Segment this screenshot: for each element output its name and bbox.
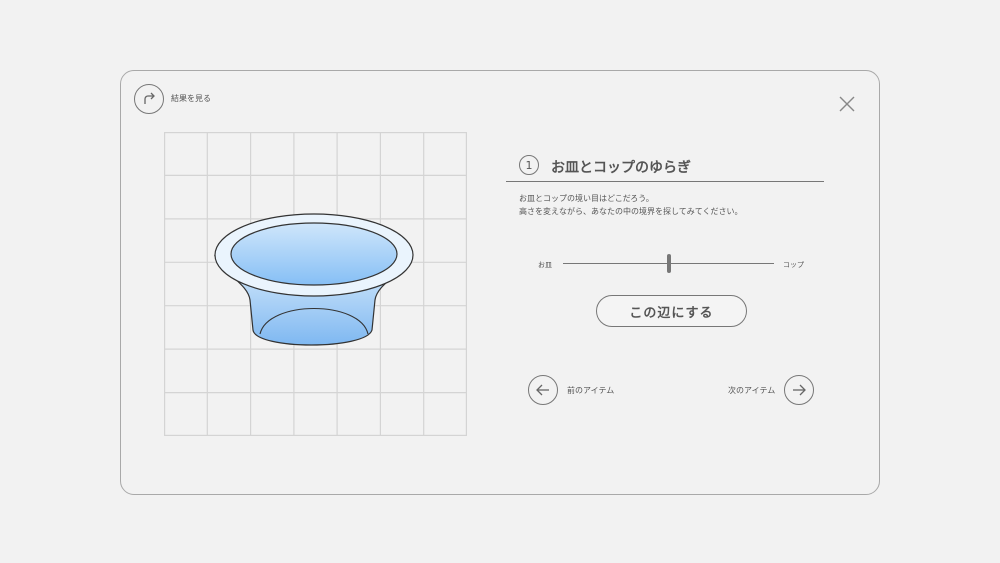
illustration-grid [164,132,467,436]
next-item-label[interactable]: 次のアイテム [728,385,775,396]
question-title: お皿とコップのゆらぎ [551,160,691,176]
arrow-left-icon [536,384,549,396]
bowl-illustration [214,213,414,346]
close-icon[interactable] [837,94,857,114]
title-divider [506,181,824,182]
description-line-1: お皿とコップの境い目はどこだろう。 [519,194,654,203]
question-number: 1 [519,155,539,175]
slider-right-label: コップ [783,261,804,269]
redo-arrow-icon [144,92,155,104]
prev-item-button[interactable] [528,375,558,405]
slider-thumb[interactable] [666,254,671,273]
results-label[interactable]: 結果を見る [171,93,211,104]
description-line-2: 高さを変えながら、あなたの中の境界を探してみてください。 [519,207,743,216]
next-item-button[interactable] [784,375,814,405]
question-description: お皿とコップの境い目はどこだろう。 高さを変えながら、あなたの中の境界を探してみ… [519,192,743,218]
arrow-right-icon [793,384,806,396]
item-panel: 結果を見る 1 お皿とコップのゆらぎ お皿とコップの境い目はどこだろう。 高さを… [120,70,880,495]
confirm-button[interactable]: この辺にする [596,295,747,327]
slider-left-label: お皿 [538,261,552,269]
prev-item-label[interactable]: 前のアイテム [567,385,614,396]
results-button[interactable] [134,84,164,114]
